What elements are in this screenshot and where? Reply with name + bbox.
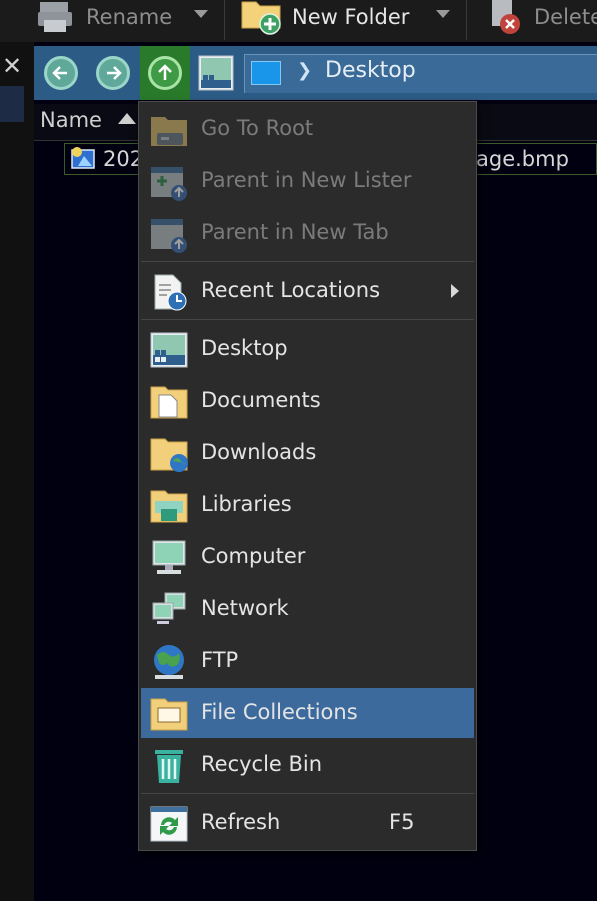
menu-item-label: Go To Root <box>201 116 314 140</box>
recycle-bin-icon <box>155 750 183 783</box>
menu-item-label: File Collections <box>201 700 358 724</box>
downloads-folder-icon <box>150 438 188 472</box>
menu-item-label: Recycle Bin <box>201 752 323 776</box>
file-name-end: age.bmp <box>476 147 569 171</box>
menu-separator <box>141 793 474 794</box>
left-strip-highlight <box>0 86 24 122</box>
toolbar: Rename New Folder Delete <box>0 0 597 42</box>
menu-item-computer[interactable]: Computer <box>141 532 474 582</box>
forward-button[interactable] <box>96 56 130 90</box>
menu-item-refresh[interactable]: Refresh F5 <box>141 798 474 848</box>
recent-locations-icon <box>154 274 187 311</box>
image-file-icon <box>71 147 95 169</box>
menu-item-downloads[interactable]: Downloads <box>141 428 474 478</box>
documents-folder-icon <box>150 386 188 419</box>
menu-item-go-to-root[interactable]: Go To Root <box>141 104 474 154</box>
new-folder-icon <box>241 1 281 35</box>
shortcut-label: F5 <box>389 810 415 834</box>
parent-new-tab-icon <box>151 219 187 253</box>
new-folder-dropdown-arrow[interactable] <box>436 10 450 18</box>
menu-item-label: Documents <box>201 388 321 412</box>
menu-item-parent-in-new-lister[interactable]: Parent in New Lister <box>141 156 474 206</box>
menu-item-recycle-bin[interactable]: Recycle Bin <box>141 740 474 790</box>
rename-button[interactable]: Rename <box>36 0 172 34</box>
rename-label: Rename <box>86 5 173 29</box>
desktop-icon <box>150 332 188 368</box>
delete-icon <box>492 0 520 34</box>
computer-icon <box>152 540 186 574</box>
refresh-icon <box>150 806 188 842</box>
menu-item-parent-in-new-tab[interactable]: Parent in New Tab <box>141 208 474 258</box>
libraries-folder-icon <box>150 490 188 523</box>
sort-ascending-icon <box>118 113 136 124</box>
menu-item-file-collections[interactable]: File Collections <box>141 688 474 738</box>
menu-item-label: Refresh <box>201 810 281 834</box>
menu-item-label: Recent Locations <box>201 278 381 302</box>
rename-dropdown-arrow[interactable] <box>194 10 208 18</box>
menu-item-recent-locations[interactable]: Recent Locations <box>141 266 474 316</box>
submenu-arrow-icon <box>451 284 459 298</box>
menu-item-ftp[interactable]: FTP <box>141 636 474 686</box>
forward-arrow-icon <box>107 66 122 80</box>
back-button[interactable] <box>44 56 78 90</box>
menu-item-label: FTP <box>201 648 239 672</box>
toolbar-separator <box>224 0 225 40</box>
ftp-globe-icon <box>154 645 184 679</box>
printer-rename-icon <box>38 2 72 32</box>
menu-item-libraries[interactable]: Libraries <box>141 480 474 530</box>
toolbar-separator <box>466 0 467 40</box>
menu-separator <box>141 319 474 320</box>
menu-item-label: Desktop <box>201 336 288 360</box>
menu-item-desktop[interactable]: Desktop <box>141 324 474 374</box>
new-folder-button[interactable]: New Folder <box>240 0 410 35</box>
up-arrow-icon <box>158 64 172 80</box>
menu-item-label: Network <box>201 596 289 620</box>
column-header-name[interactable]: Name <box>40 108 102 132</box>
menu-item-network[interactable]: Network <box>141 584 474 634</box>
menu-separator <box>141 261 474 262</box>
delete-button[interactable]: Delete <box>486 0 597 34</box>
monitor-icon <box>251 61 281 85</box>
up-button-circle[interactable] <box>148 56 182 90</box>
menu-item-label: Parent in New Lister <box>201 168 412 192</box>
menu-item-label: Libraries <box>201 492 292 516</box>
menu-item-documents[interactable]: Documents <box>141 376 474 426</box>
menu-item-label: Downloads <box>201 440 317 464</box>
parent-new-lister-icon <box>151 167 187 201</box>
go-to-root-icon <box>151 117 187 146</box>
desktop-location-icon[interactable] <box>198 55 234 91</box>
left-panel <box>0 42 34 901</box>
network-icon <box>152 592 186 624</box>
back-arrow-icon <box>52 66 67 80</box>
close-icon[interactable]: ✕ <box>0 52 24 80</box>
menu-item-label: Parent in New Tab <box>201 220 389 244</box>
delete-label: Delete <box>534 5 597 29</box>
breadcrumb-desktop[interactable]: Desktop <box>325 58 416 83</box>
new-folder-label: New Folder <box>292 5 410 29</box>
breadcrumb-chevron-icon[interactable]: ❯ <box>297 60 312 81</box>
file-collections-icon <box>150 698 188 731</box>
menu-item-label: Computer <box>201 544 306 568</box>
